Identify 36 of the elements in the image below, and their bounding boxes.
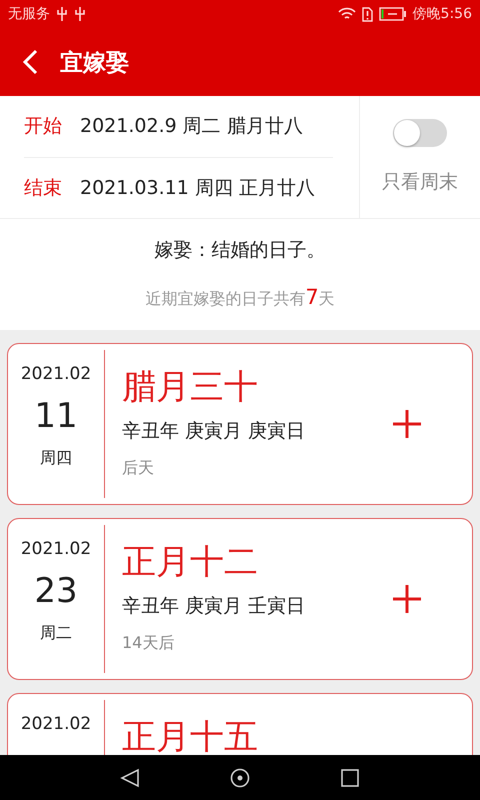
recents-icon[interactable]: [340, 768, 360, 788]
add-icon[interactable]: [392, 409, 422, 439]
end-date[interactable]: 2021.03.11 周四 正月廿八: [80, 174, 315, 201]
battery-icon: [378, 7, 407, 21]
usb-icon: [74, 6, 86, 22]
day-number: 11: [34, 396, 78, 436]
start-label: 开始: [24, 114, 62, 140]
month-text: 2021.02: [20, 364, 92, 384]
summary-text: 近期宜嫁娶的日子共有7天: [145, 285, 335, 310]
lunar-date: 正月十五: [122, 716, 259, 755]
carrier-text: 无服务: [8, 5, 50, 23]
weekend-label: 只看周末: [382, 170, 458, 195]
relative-day: 后天: [122, 458, 392, 479]
relative-day: 14天后: [122, 633, 392, 654]
wifi-icon: [338, 7, 356, 21]
month-text: 2021.02: [20, 539, 92, 559]
end-label: 结束: [24, 176, 62, 201]
day-number: 23: [34, 571, 78, 611]
home-icon[interactable]: [230, 768, 250, 788]
day-card[interactable]: 2021.02 正月十五: [7, 693, 473, 755]
lunar-date: 腊月三十: [122, 366, 259, 409]
description-text: 嫁娶：结婚的日子。: [154, 238, 326, 263]
page-title: 宜嫁娶: [60, 48, 129, 78]
sim-alert-icon: [362, 6, 373, 22]
weekday-text: 周二: [40, 623, 72, 644]
ganzhi-text: 辛丑年 庚寅月 庚寅日: [122, 419, 306, 444]
back-icon[interactable]: [120, 768, 140, 788]
weekday-text: 周四: [40, 448, 72, 469]
add-icon[interactable]: [392, 584, 422, 614]
ganzhi-text: 辛丑年 庚寅月 壬寅日: [122, 594, 306, 619]
weekend-toggle[interactable]: [393, 119, 447, 147]
usb-icon: [56, 6, 68, 22]
clock-text: 傍晚5:56: [412, 5, 472, 23]
start-date[interactable]: 2021.02.9 周二 腊月廿八: [80, 113, 303, 140]
month-text: 2021.02: [20, 714, 92, 734]
lunar-date: 正月十二: [122, 541, 259, 584]
